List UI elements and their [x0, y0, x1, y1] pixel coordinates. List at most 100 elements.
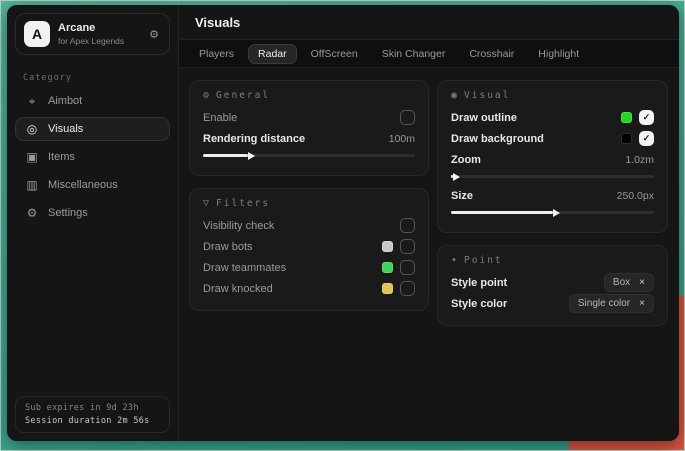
grid-icon: ▥	[25, 178, 39, 192]
general-card: ⚙ General Enable Rendering distance 100m	[189, 80, 429, 176]
main-header: Visuals	[179, 5, 679, 40]
draw-background-checkbox[interactable]: ✓	[639, 131, 654, 146]
zoom-slider[interactable]	[451, 175, 654, 178]
rendering-distance-label: Rendering distance	[203, 133, 305, 145]
draw-teammates-row: Draw teammates	[203, 257, 415, 278]
draw-teammates-color-swatch[interactable]	[382, 262, 393, 273]
crosshair-icon: ⌖	[25, 94, 39, 109]
style-point-select[interactable]: Box ×	[604, 273, 654, 292]
zoom-row: Zoom 1.0zm	[451, 149, 654, 170]
left-column: ⚙ General Enable Rendering distance 100m	[189, 80, 429, 326]
visibility-check-label: Visibility check	[203, 220, 274, 232]
draw-teammates-label: Draw teammates	[203, 262, 286, 274]
gear-icon[interactable]: ⚙	[147, 26, 161, 43]
rendering-distance-value: 100m	[389, 133, 415, 145]
close-icon[interactable]: ×	[639, 277, 645, 288]
general-card-header: ⚙ General	[203, 90, 415, 101]
sidebar-spacer	[7, 227, 178, 388]
draw-background-row: Draw background ✓	[451, 128, 654, 149]
style-color-select[interactable]: Single color ×	[569, 294, 654, 313]
sidebar-item-label: Miscellaneous	[48, 179, 118, 191]
visual-card-header: ◉ Visual	[451, 90, 654, 101]
session-duration-text: Session duration 2m 56s	[25, 416, 160, 426]
tab-players[interactable]: Players	[189, 44, 244, 64]
style-point-value: Box	[613, 277, 630, 288]
enable-label: Enable	[203, 112, 237, 124]
point-card-header: • Point	[451, 255, 654, 266]
sidebar-nav: ⌖ Aimbot ◎ Visuals ▣ Items ▥ Miscellaneo…	[7, 87, 178, 227]
sidebar-item-items[interactable]: ▣ Items	[15, 145, 170, 169]
slider-fill	[203, 154, 248, 157]
slider-fill	[451, 211, 553, 214]
app-header-card: A Arcane for Apex Legends ⚙	[15, 13, 170, 55]
rendering-distance-row: Rendering distance 100m	[203, 128, 415, 149]
draw-bots-label: Draw bots	[203, 241, 253, 253]
app-title: Arcane	[58, 22, 139, 36]
right-column: ◉ Visual Draw outline ✓ Draw background	[437, 80, 668, 326]
tab-skin-changer[interactable]: Skin Changer	[372, 44, 456, 64]
size-row: Size 250.0px	[451, 185, 654, 206]
filters-card: ▽ Filters Visibility check Draw bots	[189, 188, 429, 311]
size-label: Size	[451, 190, 473, 202]
desktop-background: A Arcane for Apex Legends ⚙ Category ⌖ A…	[0, 0, 685, 451]
filters-card-header: ▽ Filters	[203, 198, 415, 209]
style-color-value: Single color	[578, 298, 630, 309]
sidebar-item-visuals[interactable]: ◎ Visuals	[15, 117, 170, 141]
funnel-icon: ▽	[203, 198, 209, 209]
sidebar-item-settings[interactable]: ⚙ Settings	[15, 201, 170, 225]
gear-icon: ⚙	[25, 206, 39, 220]
draw-knocked-color-swatch[interactable]	[382, 283, 393, 294]
style-point-label: Style point	[451, 277, 507, 289]
sidebar-item-label: Settings	[48, 207, 88, 219]
draw-teammates-checkbox[interactable]	[400, 260, 415, 275]
visibility-check-checkbox[interactable]	[400, 218, 415, 233]
sidebar: A Arcane for Apex Legends ⚙ Category ⌖ A…	[7, 5, 179, 441]
tab-highlight[interactable]: Highlight	[528, 44, 589, 64]
tab-offscreen[interactable]: OffScreen	[301, 44, 368, 64]
draw-bots-row: Draw bots	[203, 236, 415, 257]
draw-knocked-label: Draw knocked	[203, 283, 273, 295]
app-logo: A	[24, 21, 50, 47]
eye-icon: ◉	[451, 90, 457, 101]
session-info-card: Sub expires in 9d 23h Session duration 2…	[15, 396, 170, 433]
card-title: Point	[464, 255, 503, 266]
app-title-wrap: Arcane for Apex Legends	[58, 22, 139, 46]
draw-background-label: Draw background	[451, 133, 544, 145]
sidebar-item-aimbot[interactable]: ⌖ Aimbot	[15, 89, 170, 113]
size-value: 250.0px	[617, 190, 654, 202]
style-color-row: Style color Single color ×	[451, 293, 654, 314]
close-icon[interactable]: ×	[639, 298, 645, 309]
gear-icon: ⚙	[203, 90, 209, 101]
draw-outline-checkbox[interactable]: ✓	[639, 110, 654, 125]
size-slider[interactable]	[451, 211, 654, 214]
box-icon: ▣	[25, 150, 39, 164]
eye-icon: ◎	[25, 122, 39, 136]
draw-bots-color-swatch[interactable]	[382, 241, 393, 252]
content-area: ⚙ General Enable Rendering distance 100m	[179, 68, 679, 441]
tab-crosshair[interactable]: Crosshair	[459, 44, 524, 64]
sub-expiry-text: Sub expires in 9d 23h	[25, 403, 160, 413]
draw-outline-color-swatch[interactable]	[621, 112, 632, 123]
draw-outline-row: Draw outline ✓	[451, 107, 654, 128]
slider-fill	[451, 175, 453, 178]
app-subtitle: for Apex Legends	[58, 36, 139, 47]
category-label: Category	[23, 73, 178, 83]
style-color-label: Style color	[451, 298, 507, 310]
sidebar-item-miscellaneous[interactable]: ▥ Miscellaneous	[15, 173, 170, 197]
sidebar-item-label: Aimbot	[48, 95, 82, 107]
draw-knocked-checkbox[interactable]	[400, 281, 415, 296]
sidebar-item-label: Visuals	[48, 123, 83, 135]
draw-knocked-row: Draw knocked	[203, 278, 415, 299]
tab-radar[interactable]: Radar	[248, 44, 297, 64]
tab-bar: Players Radar OffScreen Skin Changer Cro…	[179, 40, 679, 68]
zoom-label: Zoom	[451, 154, 481, 166]
dot-icon: •	[451, 255, 457, 266]
visibility-check-row: Visibility check	[203, 215, 415, 236]
enable-checkbox[interactable]	[400, 110, 415, 125]
rendering-distance-slider[interactable]	[203, 154, 415, 157]
zoom-value: 1.0zm	[625, 154, 654, 166]
draw-bots-checkbox[interactable]	[400, 239, 415, 254]
card-title: General	[216, 90, 270, 101]
draw-background-color-swatch[interactable]	[621, 133, 632, 144]
visual-card: ◉ Visual Draw outline ✓ Draw background	[437, 80, 668, 233]
